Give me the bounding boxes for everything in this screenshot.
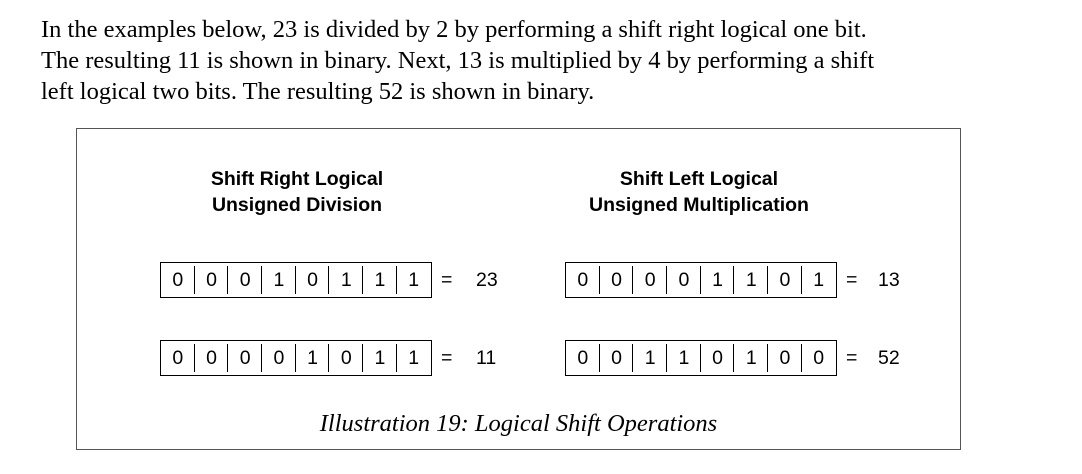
bit-cell: 0 [161,341,195,375]
bit-cell: 0 [813,346,825,369]
bit-cell: 1 [408,346,420,369]
decimal-result: 52 [878,347,900,369]
bit-register: 0 0 0 1 0 1 1 1 [160,262,432,298]
bit-cell: 0 [600,341,634,375]
bit-cell: 0 [161,263,195,297]
bit-cell: 1 [734,341,768,375]
bit-cell: 0 [566,341,600,375]
bit-cell: 0 [262,341,296,375]
bit-cell: 0 [633,263,667,297]
bit-cell: 0 [701,341,735,375]
shift-left-title-line1: Shift Left Logical [619,168,779,190]
bit-cell: 0 [195,263,229,297]
illustration-frame: Shift Right Logical Unsigned Division Sh… [76,128,961,450]
bit-cell: 0 [667,263,701,297]
bit-cell: 1 [262,263,296,297]
decimal-result: 23 [476,269,498,291]
shift-left-title: Shift Left Logical Unsigned Multiplicati… [549,166,849,218]
paragraph-line: left logical two bits. The resulting 52 … [41,78,595,105]
bit-cell: 1 [329,263,363,297]
bit-cell: 0 [768,341,802,375]
bit-cell: 0 [296,263,330,297]
bit-cell: 1 [667,341,701,375]
bit-register: 0 0 0 0 1 1 0 1 [565,262,837,298]
decimal-result: 11 [476,347,497,369]
bit-cell: 0 [228,341,262,375]
shift-right-title-line2: Unsigned Division [211,194,383,216]
paragraph-line: The resulting 11 is shown in binary. Nex… [41,47,875,74]
bit-cell: 0 [566,263,600,297]
bit-cell: 1 [296,341,330,375]
decimal-result: 13 [878,269,900,291]
equals-sign: = [846,347,858,369]
equals-sign: = [441,347,453,369]
shift-left-title-line2: Unsigned Multiplication [589,194,809,216]
bit-cell: 1 [363,341,397,375]
figure-caption: Illustration 19: Logical Shift Operation… [319,410,718,437]
bit-cell: 1 [701,263,735,297]
bit-cell: 1 [734,263,768,297]
shift-right-title: Shift Right Logical Unsigned Division [172,166,422,218]
bit-cell: 1 [408,268,420,291]
bit-cell: 0 [329,341,363,375]
bit-cell: 1 [813,268,825,291]
shift-right-title-line1: Shift Right Logical [210,168,384,190]
bit-cell: 1 [633,341,667,375]
intro-paragraph: In the examples below, 23 is divided by … [41,14,1021,107]
bit-register: 0 0 0 0 1 0 1 1 [160,340,432,376]
bit-cell: 0 [228,263,262,297]
bit-cell: 0 [768,263,802,297]
bit-register: 0 0 1 1 0 1 0 0 [565,340,837,376]
equals-sign: = [846,269,858,291]
bit-cell: 1 [363,263,397,297]
equals-sign: = [441,269,453,291]
bit-cell: 0 [600,263,634,297]
bit-cell: 0 [195,341,229,375]
paragraph-line: In the examples below, 23 is divided by … [41,16,867,43]
